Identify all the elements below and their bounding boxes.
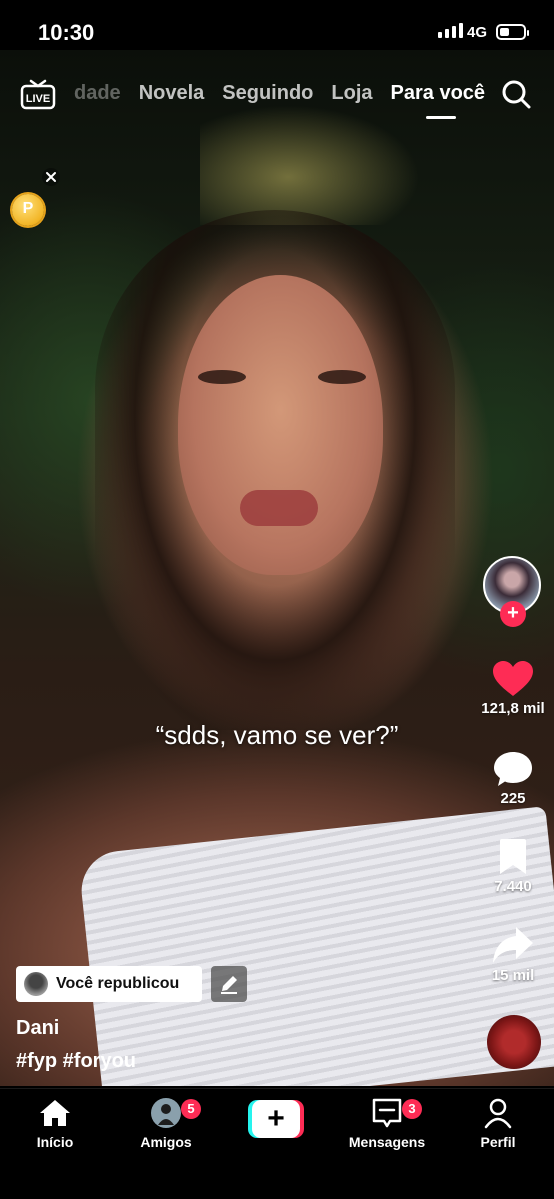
follow-button[interactable]: + — [500, 601, 526, 627]
video-eye-left — [198, 370, 246, 384]
tab-seguindo[interactable]: Seguindo — [222, 82, 313, 105]
video-eye-right — [318, 370, 366, 384]
comment-count: 225 — [500, 790, 526, 807]
reposter-avatar — [24, 972, 48, 996]
network-type: 4G — [467, 24, 488, 41]
create-button[interactable]: + — [248, 1100, 304, 1138]
like-count: 121,8 mil — [481, 700, 545, 717]
video-lips-shape — [240, 490, 318, 526]
status-time: 10:30 — [38, 20, 95, 45]
inbox-icon — [372, 1098, 402, 1128]
nav-inicio[interactable]: Início — [0, 1097, 110, 1150]
hashtags[interactable]: #fyp #foryou — [16, 1050, 136, 1073]
nav-perfil[interactable]: Perfil — [443, 1097, 553, 1150]
comment-icon — [494, 752, 532, 786]
author-name[interactable]: Dani — [16, 1017, 59, 1040]
nav-label: Mensagens — [348, 1134, 426, 1150]
video-player[interactable] — [0, 50, 554, 1086]
nav-label: Amigos — [140, 1134, 192, 1150]
heart-icon — [493, 661, 533, 696]
edit-repost-button[interactable] — [211, 966, 247, 1002]
messages-badge: 3 — [402, 1099, 422, 1119]
like-button[interactable]: 121,8 mil — [476, 660, 550, 717]
repost-chip[interactable]: Você republicou — [16, 966, 202, 1002]
live-icon[interactable]: LIVE — [20, 78, 56, 110]
save-button[interactable]: 7.440 — [476, 838, 550, 895]
friends-badge: 5 — [181, 1099, 201, 1119]
nav-label: Perfil — [480, 1134, 516, 1150]
top-tabs: dade Novela Seguindo Loja Para você — [74, 82, 485, 119]
music-disc[interactable] — [487, 1015, 541, 1069]
bookmark-icon — [500, 839, 526, 874]
home-icon — [40, 1100, 70, 1126]
repost-label: Você republicou — [56, 975, 180, 992]
tab-loja[interactable]: Loja — [331, 82, 372, 105]
tab-para-voce[interactable]: Para você — [391, 82, 485, 119]
share-button[interactable]: 15 mil — [476, 925, 550, 984]
nav-amigos[interactable]: Amigos 5 — [111, 1097, 221, 1150]
bottom-nav: Início Amigos 5 + Mensagens 3 Perfil — [0, 1088, 554, 1199]
share-arrow-icon — [493, 927, 533, 963]
plus-icon: + — [252, 1100, 300, 1138]
save-count: 7.440 — [494, 878, 532, 895]
coin-icon[interactable] — [12, 194, 44, 226]
friends-avatar-icon — [151, 1098, 181, 1128]
palm-tree-background — [200, 105, 420, 225]
profile-icon — [484, 1098, 512, 1129]
nav-label: Início — [36, 1134, 74, 1150]
pencil-icon — [221, 976, 237, 994]
share-count: 15 mil — [491, 967, 535, 984]
battery-icon — [496, 24, 529, 40]
signal-icon — [438, 23, 463, 38]
video-face-shape — [178, 275, 383, 575]
search-icon[interactable] — [500, 78, 532, 110]
nav-mensagens[interactable]: Mensagens 3 — [332, 1097, 442, 1150]
tiktok-feed-screen: 10:30 4G LIVE dade Novela Seguindo Loja … — [0, 0, 554, 1199]
video-text-overlay: “sdds, vamo se ver?” — [155, 720, 399, 750]
comment-button[interactable]: 225 — [476, 750, 550, 807]
live-icon-text: LIVE — [26, 93, 50, 105]
tab-comunidade[interactable]: dade — [74, 82, 121, 105]
tab-novela[interactable]: Novela — [139, 82, 205, 105]
close-icon[interactable] — [42, 168, 60, 186]
status-bar: 10:30 4G — [0, 0, 554, 50]
